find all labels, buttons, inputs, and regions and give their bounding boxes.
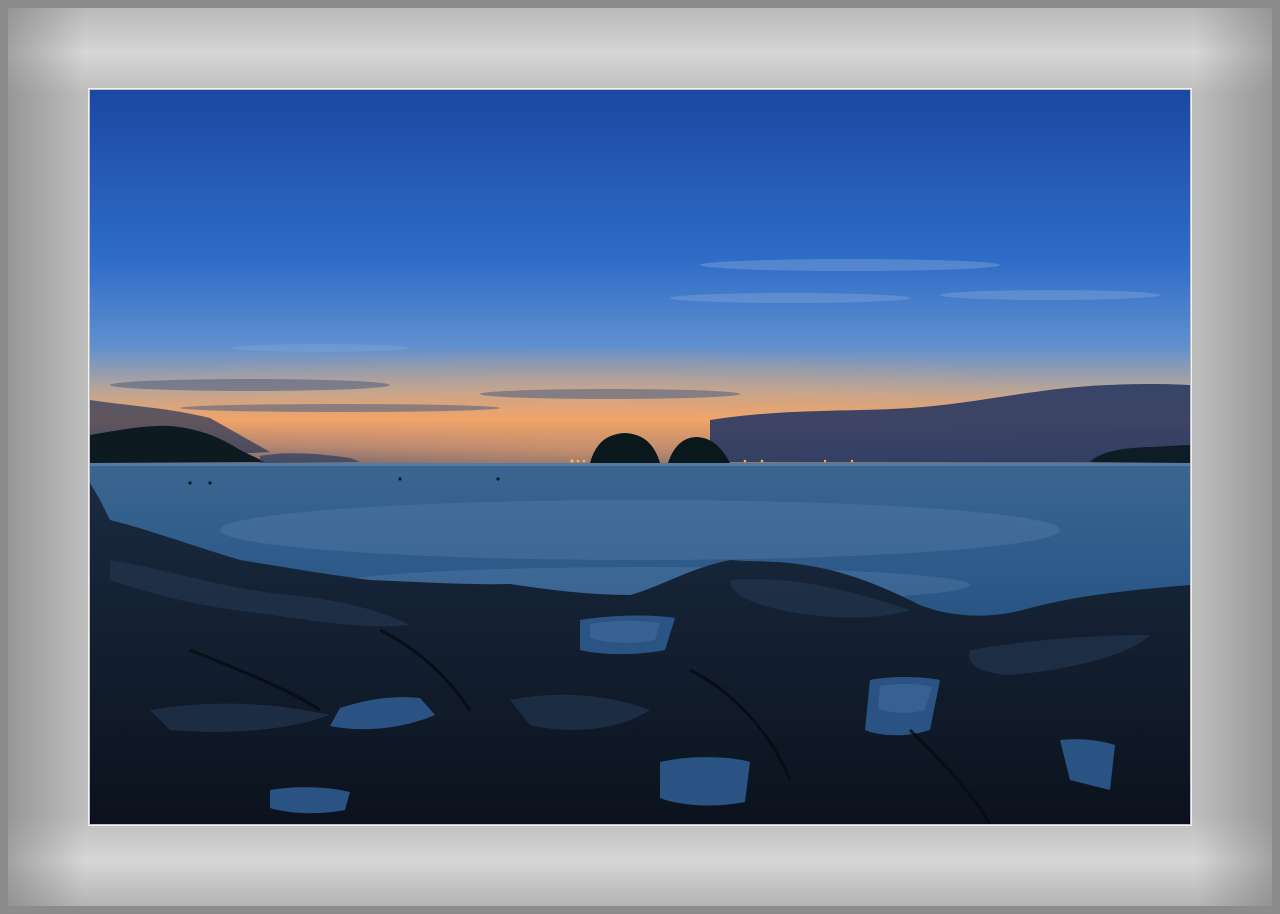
seascape-photo: [90, 90, 1190, 824]
